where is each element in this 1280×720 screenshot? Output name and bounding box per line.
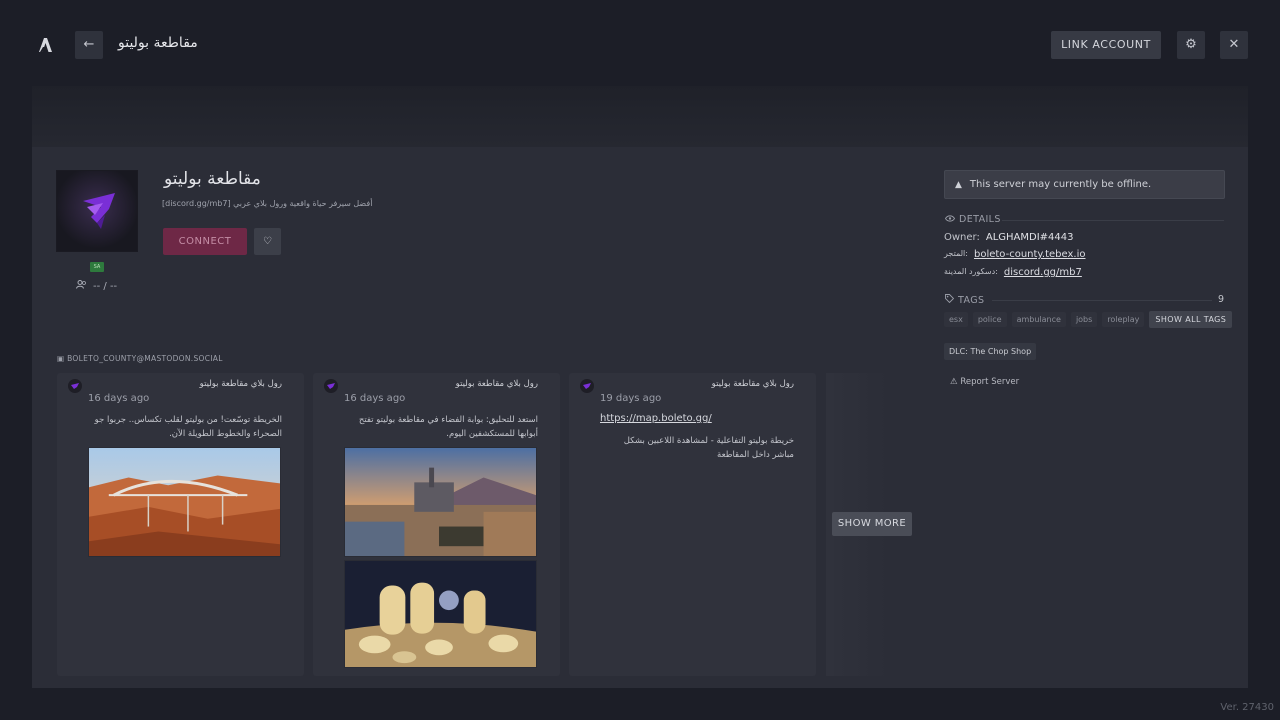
page-title: مقاطعة بوليتو	[118, 35, 198, 51]
post-image[interactable]	[344, 447, 537, 557]
player-count: -- / --	[76, 280, 117, 292]
details-heading: DETAILS	[944, 214, 1001, 225]
post-date: 19 days ago	[600, 393, 662, 404]
link-account-button[interactable]: LINK ACCOUNT	[1051, 31, 1161, 59]
server-panel: SA -- / -- مقاطعة بوليتو [discord.gg/mb7…	[32, 147, 1248, 688]
feed-heading: ▣ BOLETO_COUNTY@MASTODON.SOCIAL	[57, 354, 223, 363]
discord-label: دسكورد المدينة:	[944, 267, 998, 276]
feed-post[interactable]: رول بلاي مقاطعة بوليتو 19 days ago https…	[569, 373, 816, 676]
details-label: DETAILS	[959, 214, 1001, 225]
players-icon	[76, 280, 87, 292]
store-row: المتجر: boleto-county.tebex.io	[944, 249, 1086, 260]
post-text: استعد للتحليق: بوابة الفضاء في مقاطعة بو…	[358, 415, 538, 439]
post-image[interactable]	[88, 447, 281, 557]
players-value: -- / --	[93, 280, 118, 292]
server-banner	[32, 86, 1248, 148]
offline-text: This server may currently be offline.	[969, 179, 1152, 190]
tags-label: TAGS	[958, 294, 985, 306]
cfx-logo-icon[interactable]	[36, 36, 54, 54]
post-date: 16 days ago	[344, 393, 406, 404]
tags-list: esx police ambulance jobs roleplay SHOW …	[944, 311, 1233, 328]
tags-count: 9	[1218, 294, 1225, 305]
eye-icon	[944, 214, 956, 225]
post-avatar	[68, 379, 82, 393]
tag-icon	[945, 294, 955, 306]
show-more-button[interactable]: SHOW MORE	[832, 512, 912, 536]
post-author: رول بلاي مقاطعة بوليتو	[199, 379, 282, 389]
version-label: Ver. 27430	[1220, 702, 1274, 713]
feed-post[interactable]: رول بلاي مقاطعة بوليتو 16 days ago الخري…	[57, 373, 304, 676]
discord-row: دسكورد المدينة: discord.gg/mb7	[944, 267, 1082, 278]
divider	[992, 300, 1212, 301]
country-flag: SA	[90, 262, 104, 272]
report-label: Report Server	[960, 377, 1020, 387]
report-server-link[interactable]: ⚠ Report Server	[950, 377, 1019, 387]
mastodon-icon: ▣	[57, 354, 65, 363]
show-all-tags-button[interactable]: SHOW ALL TAGS	[1149, 311, 1233, 328]
server-logo	[56, 170, 138, 252]
warning-icon: ⚠	[950, 377, 958, 387]
post-text: الخريطة توسّعت! من بوليتو لقلب تكساس.. ج…	[94, 415, 282, 439]
owner-label: Owner:	[944, 232, 980, 243]
close-button[interactable]: ✕	[1220, 31, 1248, 59]
tag-chip[interactable]: esx	[944, 312, 968, 327]
discord-link[interactable]: discord.gg/mb7	[1004, 267, 1082, 278]
server-description: [discord.gg/mb7] أفضل سيرفر حياة واقعية …	[162, 199, 373, 208]
owner-row: Owner: ALGHAMDI#4443	[944, 232, 1074, 243]
post-date: 16 days ago	[88, 393, 150, 404]
post-author: رول بلاي مقاطعة بوليتو	[455, 379, 538, 389]
tag-chip[interactable]: roleplay	[1102, 312, 1145, 327]
close-icon: ✕	[1228, 37, 1240, 52]
connect-button[interactable]: CONNECT	[163, 228, 247, 255]
post-image[interactable]	[344, 560, 537, 668]
heart-icon: ♡	[263, 236, 272, 247]
gear-icon: ⚙	[1185, 37, 1197, 52]
store-link[interactable]: boleto-county.tebex.io	[974, 249, 1086, 260]
settings-button[interactable]: ⚙	[1177, 31, 1205, 59]
feed-post[interactable]: رول بلاي مقاطعة بوليتو 16 days ago استعد…	[313, 373, 560, 676]
post-link[interactable]: https://map.boleto.gg/	[600, 413, 712, 424]
tag-chip[interactable]: police	[972, 312, 1007, 327]
favorite-button[interactable]: ♡	[254, 228, 281, 255]
dlc-badge: DLC: The Chop Shop	[944, 343, 1037, 360]
top-bar: ← مقاطعة بوليتو LINK ACCOUNT ⚙ ✕	[0, 0, 1280, 90]
tags-heading: TAGS	[945, 294, 984, 306]
back-button[interactable]: ←	[75, 31, 103, 59]
tag-chip[interactable]: ambulance	[1011, 312, 1066, 327]
tag-chip[interactable]: jobs	[1070, 312, 1098, 327]
divider	[1002, 220, 1224, 221]
owner-value: ALGHAMDI#4443	[985, 232, 1074, 243]
feed-account: BOLETO_COUNTY@MASTODON.SOCIAL	[67, 354, 223, 363]
post-avatar	[324, 379, 338, 393]
store-label: المتجر:	[944, 249, 968, 258]
post-text: خريطة بوليتو التفاعلية - لمشاهدة اللاعبي…	[623, 436, 794, 460]
warning-icon: ▲	[955, 180, 962, 190]
post-author: رول بلاي مقاطعة بوليتو	[711, 379, 794, 389]
arrow-left-icon: ←	[83, 37, 95, 52]
server-name: مقاطعة بوليتو	[164, 169, 261, 189]
post-avatar	[580, 379, 594, 393]
offline-alert: ▲ This server may currently be offline.	[944, 170, 1225, 199]
